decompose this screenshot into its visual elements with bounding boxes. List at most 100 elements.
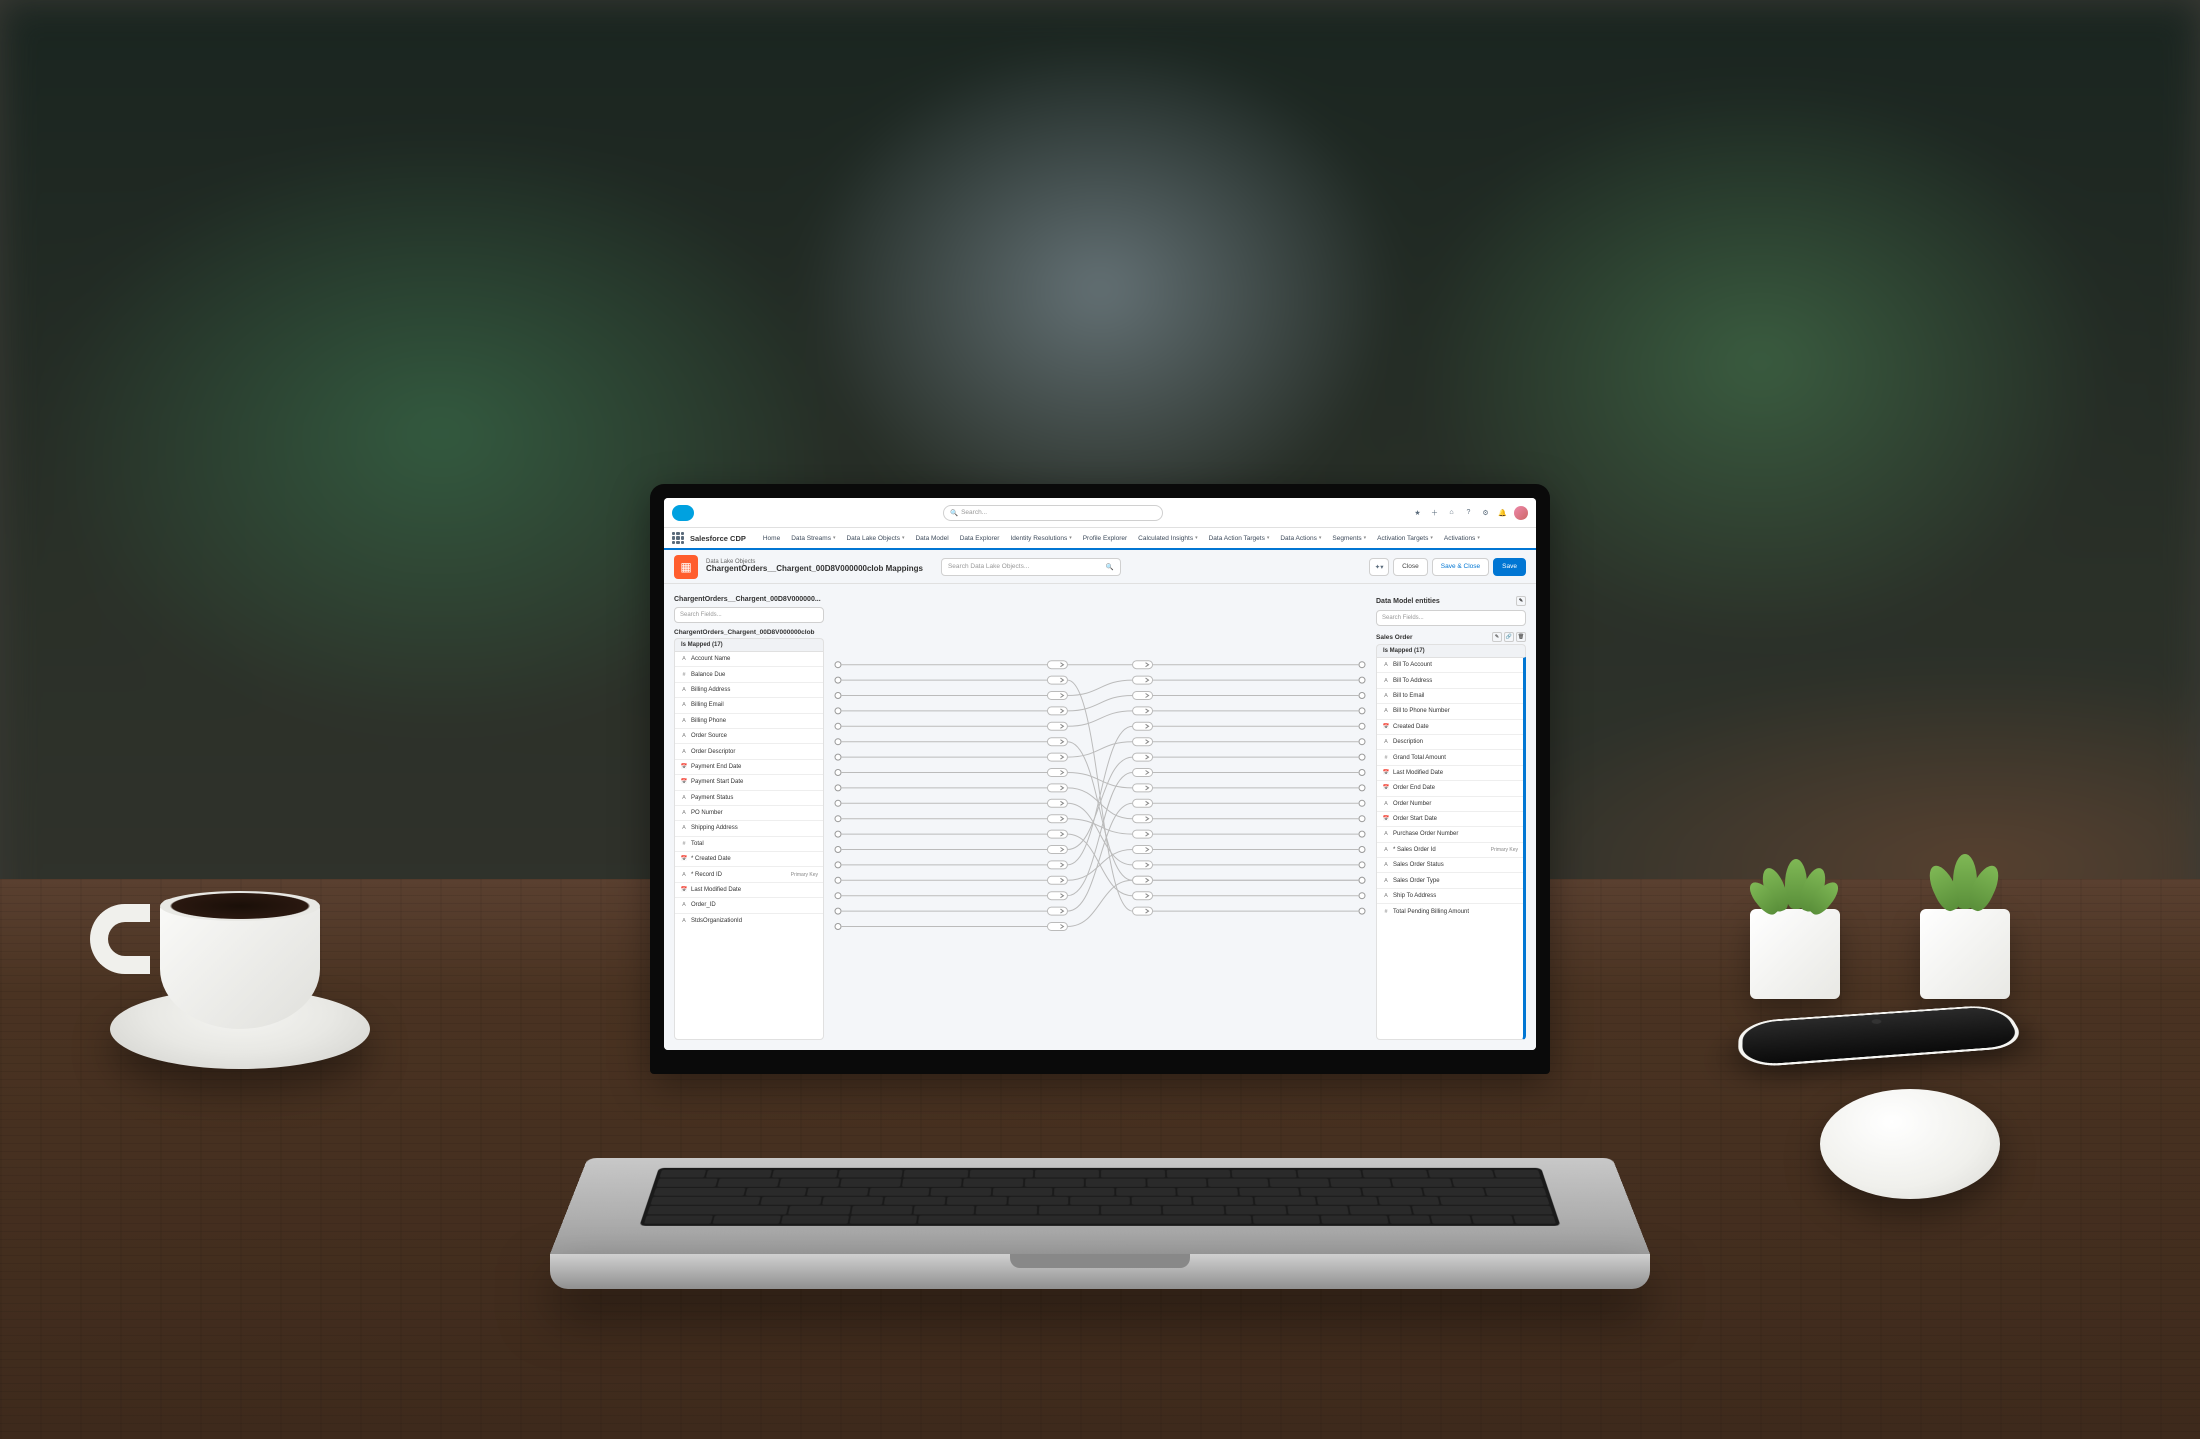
add-icon[interactable]: ＋ — [1429, 507, 1440, 518]
salesforce-logo-icon[interactable] — [672, 505, 694, 521]
field-type-icon: A — [680, 732, 688, 740]
field-type-icon: 📅 — [680, 855, 688, 863]
object-search-input[interactable]: Search Data Lake Objects... 🔍 — [941, 558, 1121, 576]
source-field-payment-end-date[interactable]: 📅Payment End Date — [675, 760, 823, 775]
mapping-wand-button[interactable]: ✦▾ — [1369, 558, 1389, 576]
field-type-icon: A — [1382, 861, 1390, 869]
laptop: 🔍 Search... ★ ＋ ⌂ ? ⚙ 🔔 — [550, 1074, 1650, 1289]
nav-item-data-streams[interactable]: Data Streams▾ — [786, 535, 840, 542]
field-type-icon: A — [680, 686, 688, 694]
nav-item-identity-resolutions[interactable]: Identity Resolutions▾ — [1005, 535, 1076, 542]
target-field-description[interactable]: ADescription — [1377, 735, 1523, 750]
target-field-order-end-date[interactable]: 📅Order End Date — [1377, 781, 1523, 796]
laptop-screen-bezel: 🔍 Search... ★ ＋ ⌂ ? ⚙ 🔔 — [650, 484, 1550, 1074]
delete-icon[interactable]: 🗑 — [1516, 632, 1526, 642]
source-field-account-name[interactable]: AAccount Name — [675, 652, 823, 667]
field-type-icon: A — [1382, 707, 1390, 715]
app-nav-bar: Salesforce CDP HomeData Streams▾Data Lak… — [664, 528, 1536, 550]
source-field--record-id[interactable]: A* Record IDPrimary Key — [675, 867, 823, 882]
target-field-purchase-order-number[interactable]: APurchase Order Number — [1377, 827, 1523, 842]
target-field-grand-total-amount[interactable]: #Grand Total Amount — [1377, 750, 1523, 765]
target-field-bill-to-email[interactable]: ABill to Email — [1377, 689, 1523, 704]
nav-item-home[interactable]: Home — [758, 535, 785, 542]
source-field-order-descriptor[interactable]: AOrder Descriptor — [675, 744, 823, 759]
field-type-icon: A — [1382, 738, 1390, 746]
save-button[interactable]: Save — [1493, 558, 1526, 576]
target-field-sales-order-type[interactable]: ASales Order Type — [1377, 873, 1523, 888]
target-field-sales-order-status[interactable]: ASales Order Status — [1377, 858, 1523, 873]
edit-entity-icon[interactable]: ✎ — [1516, 596, 1526, 606]
source-field-stdsorganizationid[interactable]: AStdsOrganizationId — [675, 914, 823, 929]
nav-item-profile-explorer[interactable]: Profile Explorer — [1078, 535, 1132, 542]
edit-icon[interactable]: ✎ — [1492, 632, 1502, 642]
coffee-cup — [140, 879, 340, 1039]
favorites-icon[interactable]: ★ — [1412, 507, 1423, 518]
source-field-billing-email[interactable]: ABilling Email — [675, 698, 823, 713]
target-field--sales-order-id[interactable]: A* Sales Order IdPrimary Key — [1377, 843, 1523, 858]
user-avatar[interactable] — [1514, 506, 1528, 520]
source-mapped-header: Is Mapped (17) — [674, 638, 824, 651]
target-field-ship-to-address[interactable]: AShip To Address — [1377, 889, 1523, 904]
target-field-last-modified-date[interactable]: 📅Last Modified Date — [1377, 766, 1523, 781]
nav-item-activation-targets[interactable]: Activation Targets▾ — [1372, 535, 1438, 542]
source-field-last-modified-date[interactable]: 📅Last Modified Date — [675, 883, 823, 898]
app-launcher-icon[interactable] — [672, 532, 684, 544]
app-name: Salesforce CDP — [690, 534, 746, 543]
help-icon[interactable]: ? — [1463, 507, 1474, 518]
field-type-icon: A — [1382, 692, 1390, 700]
source-field-billing-address[interactable]: ABilling Address — [675, 683, 823, 698]
source-field-order-source[interactable]: AOrder Source — [675, 729, 823, 744]
nav-item-data-actions[interactable]: Data Actions▾ — [1275, 535, 1326, 542]
link-icon[interactable]: 🔗 — [1504, 632, 1514, 642]
source-field-po-number[interactable]: APO Number — [675, 806, 823, 821]
field-type-icon: 📅 — [1382, 723, 1390, 731]
mapping-canvas[interactable] — [834, 594, 1366, 1040]
source-field-search[interactable]: Search Fields... — [674, 607, 824, 623]
field-type-icon: A — [1382, 830, 1390, 838]
target-field-bill-to-address[interactable]: ABill To Address — [1377, 673, 1523, 688]
source-field-list: AAccount Name#Balance DueABilling Addres… — [674, 651, 824, 1040]
nav-item-data-explorer[interactable]: Data Explorer — [955, 535, 1005, 542]
field-type-icon: 📅 — [1382, 784, 1390, 792]
nav-item-data-lake-objects[interactable]: Data Lake Objects▾ — [841, 535, 909, 542]
salesforce-app: 🔍 Search... ★ ＋ ⌂ ? ⚙ 🔔 — [664, 498, 1536, 1050]
field-type-icon: 📅 — [1382, 769, 1390, 777]
nav-item-calculated-insights[interactable]: Calculated Insights▾ — [1133, 535, 1202, 542]
target-field-order-start-date[interactable]: 📅Order Start Date — [1377, 812, 1523, 827]
global-search-input[interactable]: 🔍 Search... — [943, 505, 1163, 521]
nav-item-activations[interactable]: Activations▾ — [1439, 535, 1485, 542]
save-and-close-button[interactable]: Save & Close — [1432, 558, 1489, 576]
target-field-bill-to-phone-number[interactable]: ABill to Phone Number — [1377, 704, 1523, 719]
source-field-order-id[interactable]: AOrder_ID — [675, 898, 823, 913]
nav-item-data-model[interactable]: Data Model — [910, 535, 953, 542]
source-field-total[interactable]: #Total — [675, 837, 823, 852]
source-field-balance-due[interactable]: #Balance Due — [675, 667, 823, 682]
target-field-search[interactable]: Search Fields... — [1376, 610, 1526, 626]
source-fields-panel: ChargentOrders__Chargent_00D8V000000... … — [674, 594, 824, 1040]
field-type-icon: A — [680, 701, 688, 709]
target-field-created-date[interactable]: 📅Created Date — [1377, 720, 1523, 735]
field-type-icon: A — [680, 748, 688, 756]
page-header: ▦ Data Lake Objects ChargentOrders__Char… — [664, 550, 1536, 584]
target-field-total-pending-billing-amount[interactable]: #Total Pending Billing Amount — [1377, 904, 1523, 919]
target-field-bill-to-account[interactable]: ABill To Account — [1377, 658, 1523, 673]
field-type-icon: A — [680, 794, 688, 802]
setup-gear-icon[interactable]: ⚙ — [1480, 507, 1491, 518]
close-button[interactable]: Close — [1393, 558, 1428, 576]
source-field-payment-status[interactable]: APayment Status — [675, 791, 823, 806]
notifications-bell-icon[interactable]: 🔔 — [1497, 507, 1508, 518]
target-field-order-number[interactable]: AOrder Number — [1377, 797, 1523, 812]
target-entities-panel: Data Model entities ✎ Search Fields... S… — [1376, 594, 1526, 1040]
home-icon[interactable]: ⌂ — [1446, 507, 1457, 518]
source-field--created-date[interactable]: 📅* Created Date — [675, 852, 823, 867]
source-field-billing-phone[interactable]: ABilling Phone — [675, 714, 823, 729]
field-type-icon: # — [1382, 908, 1390, 916]
target-field-list: ABill To AccountABill To AddressABill to… — [1376, 657, 1526, 1040]
source-field-payment-start-date[interactable]: 📅Payment Start Date — [675, 775, 823, 790]
target-mapped-header: Is Mapped (17) — [1376, 644, 1526, 657]
source-field-shipping-address[interactable]: AShipping Address — [675, 821, 823, 836]
nav-item-data-action-targets[interactable]: Data Action Targets▾ — [1204, 535, 1275, 542]
field-type-icon: A — [680, 901, 688, 909]
global-search-placeholder: Search... — [961, 509, 987, 516]
nav-item-segments[interactable]: Segments▾ — [1327, 535, 1371, 542]
